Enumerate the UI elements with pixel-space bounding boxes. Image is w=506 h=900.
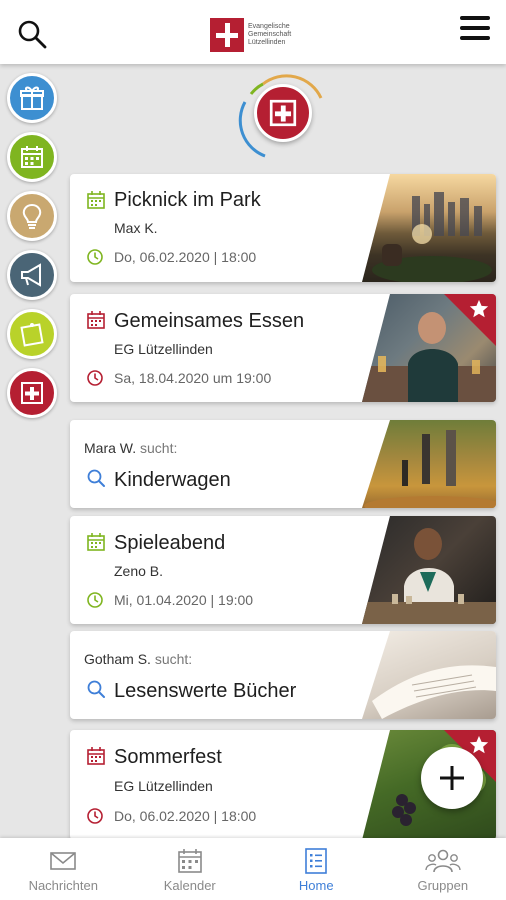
calendar-icon	[87, 311, 105, 329]
lightbulb-icon	[22, 203, 42, 229]
app-logo[interactable]: Evangelische Gemeinschaft Lützellinden	[210, 18, 302, 52]
envelope-icon	[50, 852, 77, 870]
card-title: Kinderwagen	[114, 469, 231, 491]
card-title: Lesenswerte Bücher	[114, 680, 297, 702]
card-image-family-walk	[362, 420, 496, 508]
card-seeker: Mara W. sucht:	[84, 440, 178, 456]
category-rail	[7, 73, 59, 427]
card-title: Sommerfest	[114, 746, 222, 768]
people-icon	[425, 849, 461, 873]
calendar-icon	[87, 747, 105, 765]
nav-gruppen[interactable]: Gruppen	[380, 838, 506, 900]
hamburger-menu-icon[interactable]	[460, 16, 490, 42]
logo-text: Evangelische Gemeinschaft Lützellinden	[248, 23, 292, 46]
star-icon	[469, 735, 489, 754]
star-icon	[469, 299, 489, 318]
clock-icon	[87, 370, 103, 386]
card-author: Max K.	[114, 220, 158, 236]
search-icon[interactable]	[16, 18, 48, 50]
list-icon	[305, 848, 328, 874]
calendar-icon	[21, 146, 43, 168]
nav-label: Kalender	[163, 878, 216, 893]
card-datetime: Do, 06.02.2020 | 18:00	[114, 249, 257, 265]
nav-nachrichten[interactable]: Nachrichten	[0, 838, 127, 900]
category-idea-button[interactable]	[7, 191, 57, 241]
clock-icon	[87, 808, 103, 824]
search-icon	[87, 469, 105, 487]
card-author: EG Lützellinden	[114, 341, 213, 357]
card-image-book	[362, 631, 496, 719]
category-calendar-button[interactable]	[7, 132, 57, 182]
event-card-featured[interactable]: Gemeinsames Essen EG Lützellinden Sa, 18…	[70, 294, 496, 402]
card-datetime: Mi, 01.04.2020 | 19:00	[114, 592, 254, 608]
nav-label: Home	[298, 878, 334, 893]
clock-icon	[87, 249, 103, 265]
search-card[interactable]: Mara W. sucht: Kinderwagen	[70, 420, 496, 508]
category-note-button[interactable]	[7, 309, 57, 359]
card-title: Gemeinsames Essen	[114, 310, 305, 332]
category-announcement-button[interactable]	[7, 250, 57, 300]
event-card[interactable]: Spieleabend Zeno B. Mi, 01.04.2020 | 19:…	[70, 516, 496, 624]
plus-icon	[440, 766, 464, 790]
event-card[interactable]: Picknick im Park Max K. Do, 06.02.2020 |…	[70, 174, 496, 282]
search-card[interactable]: Gotham S. sucht: Lesenswerte Bücher	[70, 631, 496, 719]
search-icon	[87, 680, 105, 698]
logo-cross-icon	[210, 18, 244, 52]
category-church-button[interactable]	[7, 368, 57, 418]
church-cross-icon	[269, 99, 297, 127]
nav-kalender[interactable]: Kalender	[127, 838, 254, 900]
card-datetime: Sa, 18.04.2020 um 19:00	[114, 370, 272, 386]
nav-label: Nachrichten	[28, 878, 98, 893]
nav-home[interactable]: Home	[253, 838, 380, 900]
calendar-icon	[87, 191, 105, 209]
calendar-icon	[177, 849, 202, 873]
add-button[interactable]	[421, 747, 483, 809]
center-logo[interactable]	[233, 72, 323, 162]
card-image-picnic	[362, 174, 496, 282]
card-author: EG Lützellinden	[114, 778, 213, 794]
note-icon	[20, 323, 44, 347]
church-cross-icon	[21, 382, 43, 404]
clock-icon	[87, 592, 103, 608]
card-datetime: Do, 06.02.2020 | 18:00	[114, 808, 257, 824]
megaphone-icon	[21, 263, 41, 287]
category-gift-button[interactable]	[7, 73, 57, 123]
card-author: Zeno B.	[114, 563, 164, 579]
app-header: Evangelische Gemeinschaft Lützellinden	[0, 0, 506, 64]
nav-label: Gruppen	[417, 878, 469, 893]
calendar-icon	[87, 533, 105, 551]
bottom-navigation: Nachrichten Kalender Home Gruppen	[0, 838, 506, 900]
church-logo-badge	[254, 84, 312, 142]
gift-icon	[20, 86, 44, 110]
card-image-game-night	[362, 516, 496, 624]
card-seeker: Gotham S. sucht:	[84, 651, 193, 667]
card-title: Spieleabend	[114, 532, 226, 554]
card-title: Picknick im Park	[114, 189, 261, 211]
